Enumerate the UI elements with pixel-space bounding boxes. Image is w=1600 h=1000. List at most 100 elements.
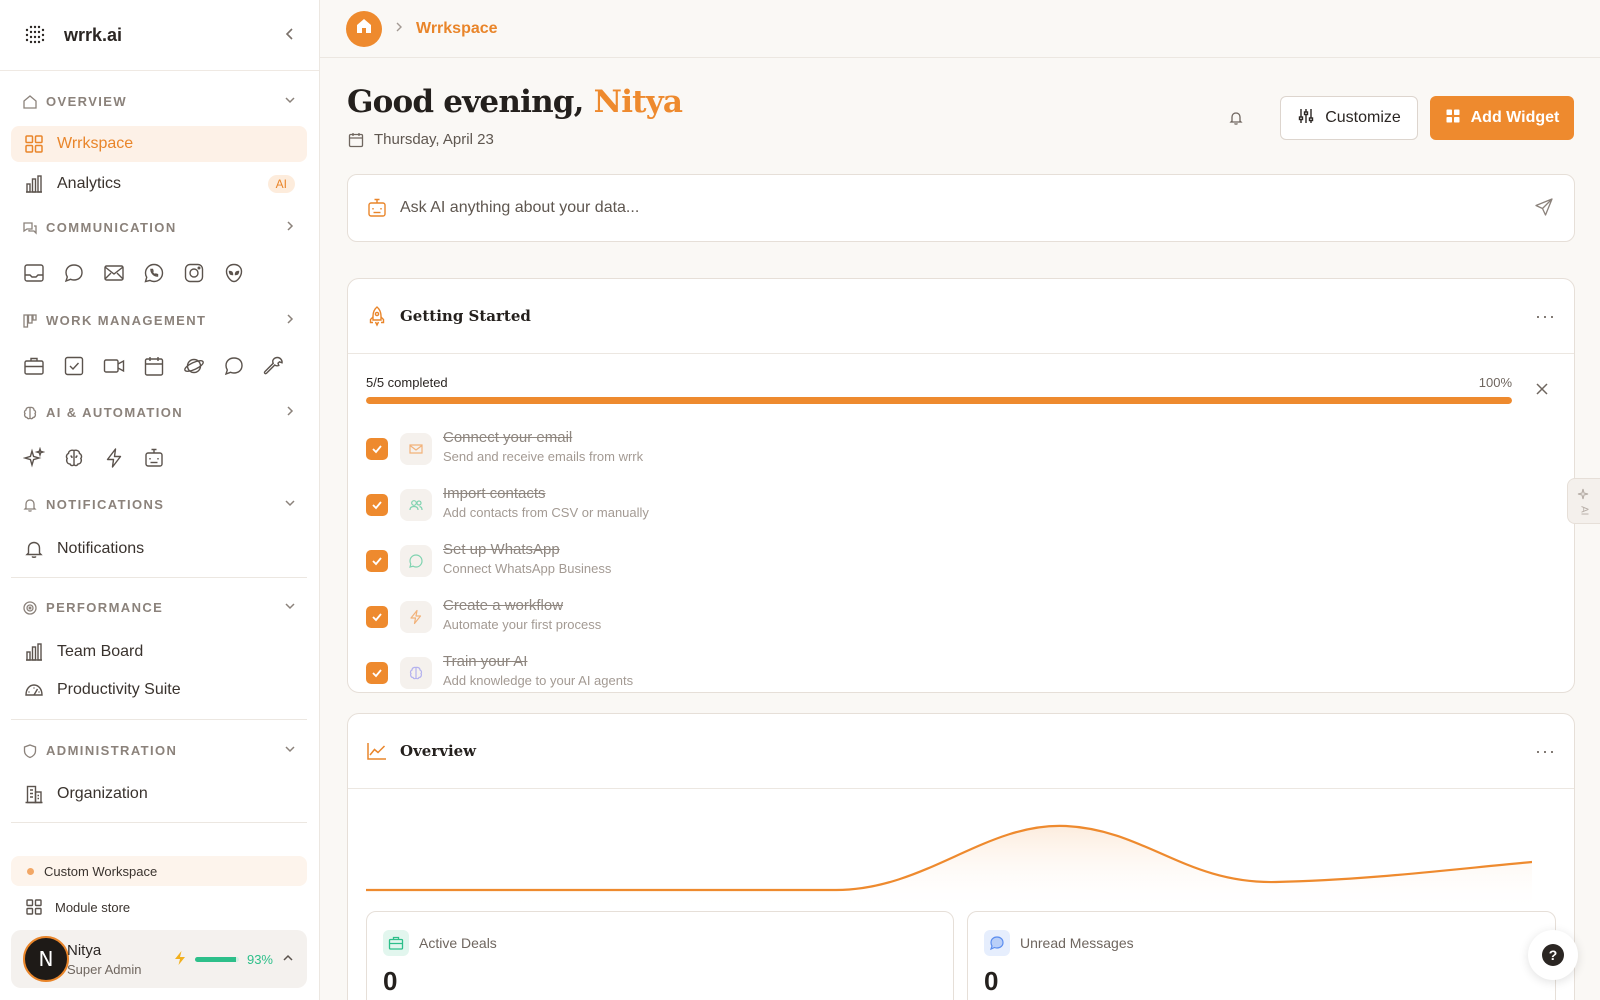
notification-bell[interactable]	[1224, 108, 1248, 132]
section-ai-automation[interactable]: AI & AUTOMATION	[22, 404, 297, 421]
lightning-icon[interactable]	[102, 446, 125, 469]
customize-button[interactable]: Customize	[1280, 96, 1418, 140]
module-store-link[interactable]: Module store	[11, 892, 307, 922]
task-checkbox[interactable]	[366, 550, 388, 572]
alien-icon[interactable]	[222, 261, 245, 284]
help-button[interactable]: ?	[1528, 930, 1578, 980]
task-description: Automate your first process	[443, 617, 602, 632]
progress-bar-fill	[366, 397, 1512, 404]
message-icon[interactable]	[222, 354, 245, 377]
add-widget-label: Add Widget	[1470, 109, 1560, 126]
sidebar-item-organization[interactable]: Organization	[11, 776, 307, 812]
sidebar-item-wrrkspace[interactable]: Wrrkspace	[11, 126, 307, 162]
task-text: Create a workflow Automate your first pro…	[443, 597, 601, 632]
inbox-icon[interactable]	[22, 261, 45, 284]
progress-text: 5/5 completed	[366, 375, 448, 390]
sidebar-item-productivity-suite[interactable]: Productivity Suite	[11, 672, 307, 708]
task-checkbox[interactable]	[366, 606, 388, 628]
section-performance[interactable]: PERFORMANCE	[22, 599, 297, 616]
section-notifications-title: NOTIFICATIONS	[46, 497, 165, 512]
user-role: Super Admin	[67, 961, 142, 977]
section-administration[interactable]: ADMINISTRATION	[22, 742, 297, 759]
wrench-icon[interactable]	[262, 354, 285, 377]
stat-label: Active Deals	[419, 935, 497, 951]
chevron-right-icon[interactable]	[283, 219, 297, 236]
getting-started-card: Getting Started ··· 5/5 completed 100% C…	[347, 278, 1575, 693]
section-notifications[interactable]: NOTIFICATIONS	[22, 496, 297, 513]
kanban-icon	[22, 313, 38, 329]
task-description: Add knowledge to your AI agents	[443, 673, 634, 688]
module-store-label: Module store	[55, 899, 131, 915]
custom-workspace-pill[interactable]: Custom Workspace	[11, 856, 307, 886]
calendar-icon[interactable]	[142, 354, 165, 377]
section-work-management[interactable]: WORK MANAGEMENT	[22, 312, 297, 329]
collapse-sidebar-icon[interactable]	[283, 25, 297, 46]
chat-bubble-icon[interactable]	[62, 261, 85, 284]
task-title: Create a workflow	[443, 597, 564, 614]
avatar[interactable]: N	[23, 936, 69, 982]
chevron-up-icon[interactable]	[281, 951, 295, 968]
chevron-right-icon	[394, 20, 404, 38]
progress-bar	[366, 397, 1512, 404]
sidebar: wrrk.ai OVERVIEW Wrrkspace Analytics AI …	[0, 0, 320, 1000]
stat-card-unread-messages[interactable]: Unread Messages 0	[967, 911, 1556, 1000]
status-dot	[27, 867, 34, 875]
task-item: Connect your email Send and receive email…	[366, 429, 643, 475]
task-checkbox[interactable]	[366, 438, 388, 460]
task-title: Import contacts	[443, 485, 546, 502]
line-chart-icon	[366, 740, 388, 762]
more-options-icon[interactable]: ···	[1535, 306, 1556, 327]
sidebar-item-analytics[interactable]: Analytics AI	[11, 166, 307, 202]
chevron-right-icon[interactable]	[283, 312, 297, 329]
section-administration-title: ADMINISTRATION	[46, 743, 178, 758]
progress-percent: 100%	[1478, 375, 1512, 390]
card-header: Overview ···	[348, 714, 1574, 789]
side-tab-label: AI	[1578, 505, 1590, 516]
sidebar-item-notifications[interactable]: Notifications	[11, 531, 307, 567]
chevron-down-icon[interactable]	[283, 93, 297, 110]
divider	[11, 577, 307, 578]
close-icon[interactable]	[1532, 379, 1552, 399]
task-checkbox[interactable]	[366, 662, 388, 684]
planet-icon[interactable]	[182, 354, 205, 377]
section-communication-title: COMMUNICATION	[46, 220, 177, 235]
main-content: Wrrkspace Good evening, Nitya Thursday, …	[320, 0, 1600, 1000]
chevron-down-icon[interactable]	[283, 742, 297, 759]
brand-name: wrrk.ai	[64, 24, 123, 45]
section-overview-title: OVERVIEW	[46, 94, 128, 109]
section-communication[interactable]: COMMUNICATION	[22, 219, 297, 236]
ai-side-tab[interactable]: AI	[1567, 478, 1600, 524]
current-date: Thursday, April 23	[374, 131, 494, 148]
more-options-icon[interactable]: ···	[1535, 741, 1556, 762]
sidebar-item-team-board[interactable]: Team Board	[11, 634, 307, 670]
instagram-icon[interactable]	[182, 261, 205, 284]
video-icon[interactable]	[102, 354, 125, 377]
gauge-icon	[23, 679, 45, 701]
task-checkbox[interactable]	[366, 494, 388, 516]
topbar: Wrrkspace	[320, 0, 1600, 58]
whatsapp-icon[interactable]	[142, 261, 165, 284]
user-card[interactable]: N Nitya Super Admin 93%	[11, 930, 307, 988]
task-text: Import contacts Add contacts from CSV or …	[443, 485, 649, 520]
check-icon	[372, 557, 382, 566]
chevron-down-icon[interactable]	[283, 496, 297, 513]
robot-icon[interactable]	[142, 446, 165, 469]
chevron-right-icon[interactable]	[283, 404, 297, 421]
briefcase-icon[interactable]	[22, 354, 45, 377]
calendar-icon	[348, 132, 364, 148]
bar-chart-icon	[23, 641, 45, 663]
ask-ai-input[interactable]	[400, 199, 1534, 217]
home-button[interactable]	[346, 10, 382, 47]
brain-icon[interactable]	[62, 446, 85, 469]
add-widget-button[interactable]: Add Widget	[1430, 96, 1574, 140]
score-bar	[194, 956, 239, 962]
stat-card-active-deals[interactable]: Active Deals 0	[366, 911, 954, 1000]
stat-label: Unread Messages	[1020, 935, 1134, 951]
checkbox-icon[interactable]	[62, 354, 85, 377]
section-overview[interactable]: OVERVIEW	[22, 93, 297, 110]
breadcrumb[interactable]: Wrrkspace	[416, 20, 498, 38]
chevron-down-icon[interactable]	[283, 599, 297, 616]
mail-icon[interactable]	[102, 261, 125, 284]
sparkle-icon[interactable]	[22, 446, 45, 469]
send-icon[interactable]	[1534, 197, 1556, 219]
